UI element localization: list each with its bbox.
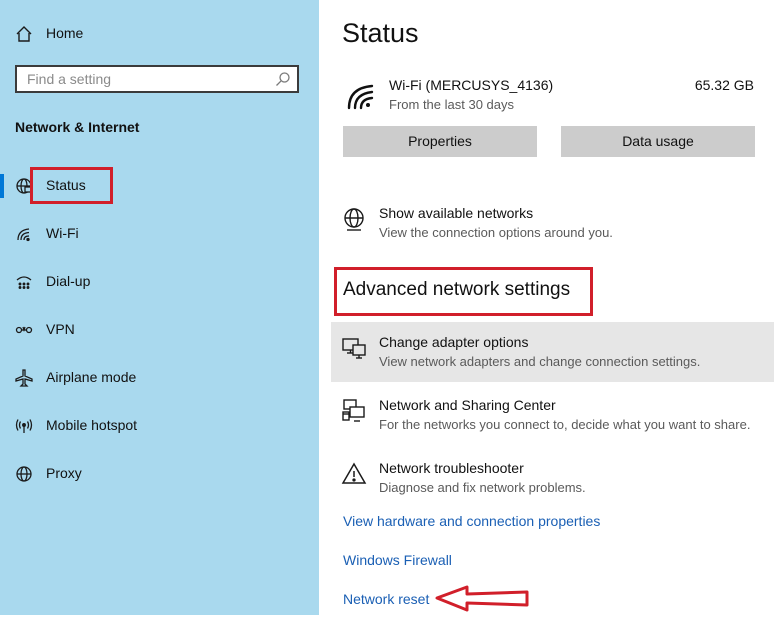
data-usage-button[interactable]: Data usage: [561, 126, 755, 157]
warning-icon: [341, 461, 367, 487]
annotation-box-status: [30, 167, 113, 204]
show-networks-title: Show available networks: [379, 205, 534, 221]
wifi-icon: [14, 224, 34, 244]
sidebar-item-label: Dial-up: [46, 273, 91, 289]
sharing-center-title: Network and Sharing Center: [379, 397, 556, 413]
adapter-title: Change adapter options: [379, 334, 529, 350]
sidebar-item-wifi[interactable]: Wi-Fi: [0, 214, 319, 254]
adapter-icon: [341, 336, 367, 362]
properties-button[interactable]: Properties: [343, 126, 537, 157]
change-adapter-item[interactable]: Change adapter options View network adap…: [331, 322, 774, 382]
connection-subtitle: From the last 30 days: [389, 97, 514, 112]
sidebar-item-label: Wi-Fi: [46, 225, 79, 241]
hardware-properties-link[interactable]: View hardware and connection properties: [343, 513, 600, 529]
annotation-arrow-icon: [433, 584, 533, 614]
connection-name: Wi-Fi (MERCUSYS_4136): [389, 77, 554, 93]
page-title: Status: [342, 18, 419, 48]
main-panel: Status Wi-Fi (MERCUSYS_4136) From the la…: [319, 0, 780, 615]
sidebar-item-airplane[interactable]: Airplane mode: [0, 358, 319, 398]
globe-icon: [14, 464, 34, 484]
search-box[interactable]: [15, 65, 299, 93]
sidebar-item-hotspot[interactable]: Mobile hotspot: [0, 406, 319, 446]
sidebar-item-label: VPN: [46, 321, 75, 337]
home-icon: [14, 24, 34, 44]
data-usage-amount: 65.32 GB: [694, 77, 754, 93]
wifi-signal-icon: [345, 80, 377, 112]
section-title: Network & Internet: [15, 119, 140, 135]
search-input[interactable]: [17, 67, 277, 91]
adapter-subtitle: View network adapters and change connect…: [379, 354, 701, 369]
sidebar-item-label: Proxy: [46, 465, 82, 481]
sidebar: Home Network & Internet Status Wi-Fi Dia…: [0, 0, 319, 615]
sharing-center-subtitle: For the networks you connect to, decide …: [379, 417, 751, 432]
sharing-center-item[interactable]: Network and Sharing Center For the netwo…: [341, 392, 771, 438]
hotspot-icon: [14, 416, 34, 436]
airplane-icon: [14, 368, 34, 388]
vpn-icon: [14, 320, 34, 340]
search-icon[interactable]: [275, 71, 291, 87]
troubleshooter-title: Network troubleshooter: [379, 460, 524, 476]
annotation-box-advanced: [334, 267, 593, 316]
network-reset-link[interactable]: Network reset: [343, 591, 429, 607]
sidebar-item-vpn[interactable]: VPN: [0, 310, 319, 350]
sidebar-item-label: Airplane mode: [46, 369, 137, 385]
globe-icon: [341, 206, 367, 232]
sidebar-item-dialup[interactable]: Dial-up: [0, 262, 319, 302]
sidebar-item-home[interactable]: Home: [0, 14, 319, 54]
sidebar-item-proxy[interactable]: Proxy: [0, 454, 319, 494]
dialup-icon: [14, 272, 34, 292]
show-networks-subtitle: View the connection options around you.: [379, 225, 613, 240]
troubleshooter-item[interactable]: Network troubleshooter Diagnose and fix …: [341, 455, 771, 501]
sidebar-home-label: Home: [46, 25, 84, 41]
sidebar-item-label: Mobile hotspot: [46, 417, 138, 433]
sharing-center-icon: [341, 398, 367, 424]
show-networks-item[interactable]: Show available networks View the connect…: [341, 200, 761, 244]
troubleshooter-subtitle: Diagnose and fix network problems.: [379, 480, 586, 495]
windows-firewall-link[interactable]: Windows Firewall: [343, 552, 452, 568]
